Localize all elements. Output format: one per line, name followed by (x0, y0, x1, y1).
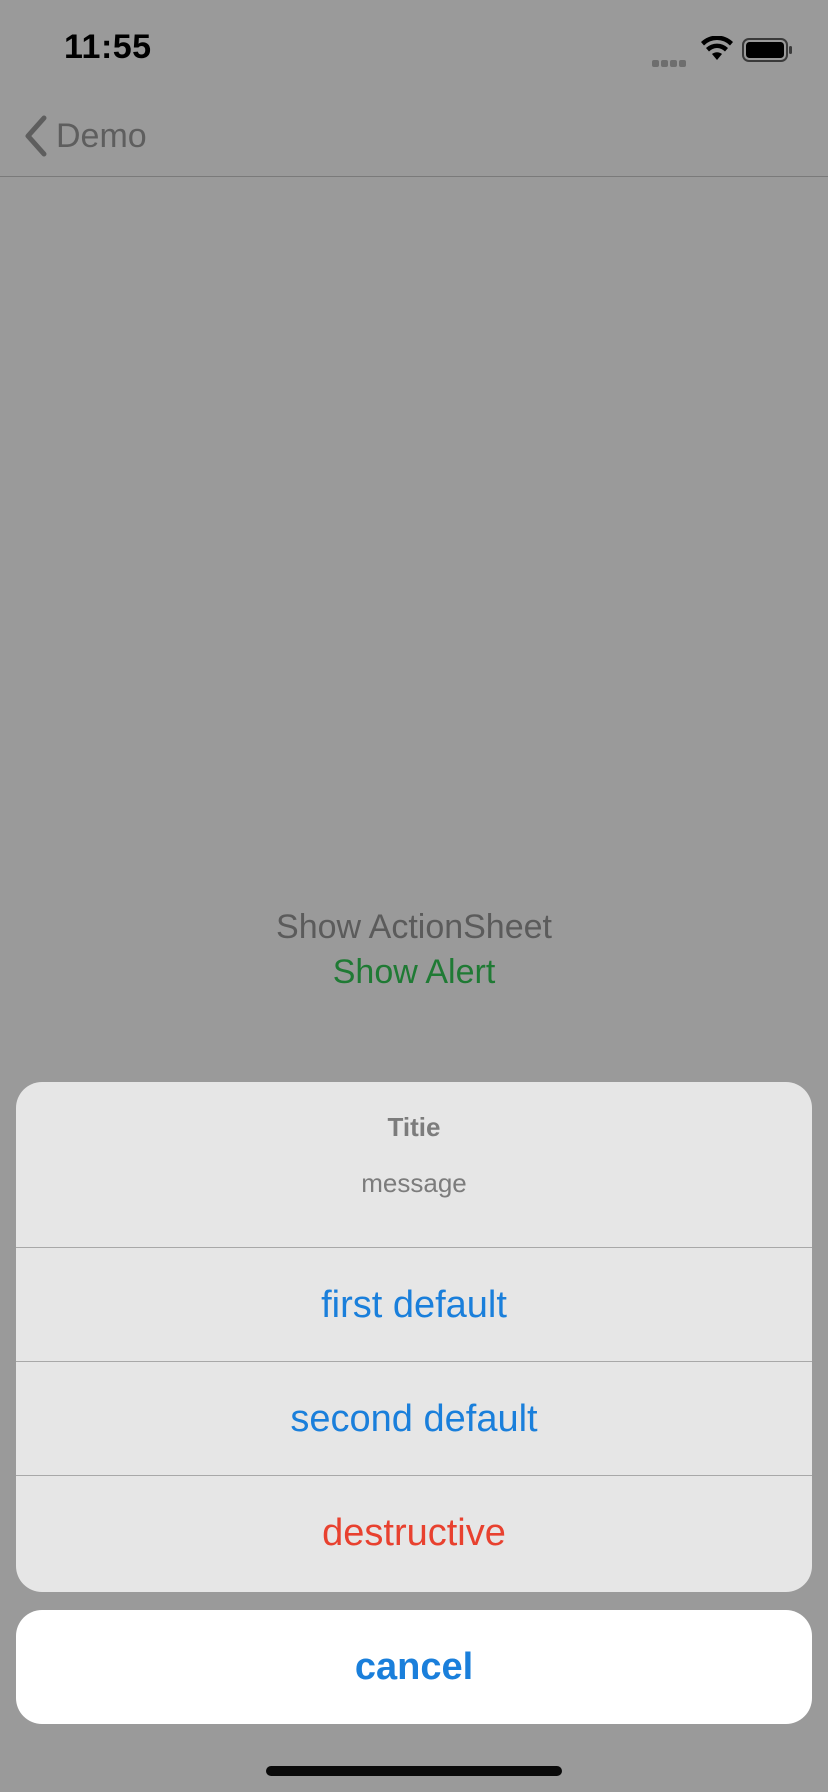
show-actionsheet-button[interactable]: Show ActionSheet (0, 904, 828, 950)
cancel-button[interactable]: cancel (16, 1610, 812, 1724)
status-bar: 11:55 (0, 0, 828, 100)
navigation-bar: Demo (0, 100, 828, 177)
action-sheet-title: Titie (387, 1112, 441, 1142)
action-sheet-header: Titie message (16, 1082, 812, 1248)
chevron-left-icon (25, 115, 47, 157)
demo-buttons: Show ActionSheet Show Alert (0, 904, 828, 994)
action-sheet: Titie message first default second defau… (16, 1082, 812, 1592)
back-label: Demo (56, 116, 147, 155)
signal-icon (652, 54, 692, 67)
home-indicator[interactable] (266, 1766, 562, 1776)
battery-icon (742, 38, 792, 62)
second-default-action-button[interactable]: second default (16, 1362, 812, 1476)
back-button[interactable]: Demo (22, 110, 147, 162)
first-default-action-button[interactable]: first default (16, 1248, 812, 1362)
destructive-action-button[interactable]: destructive (16, 1476, 812, 1590)
wifi-icon (701, 36, 733, 60)
status-time: 11:55 (64, 28, 152, 66)
action-sheet-message: message (361, 1168, 467, 1198)
show-alert-button[interactable]: Show Alert (0, 950, 828, 994)
